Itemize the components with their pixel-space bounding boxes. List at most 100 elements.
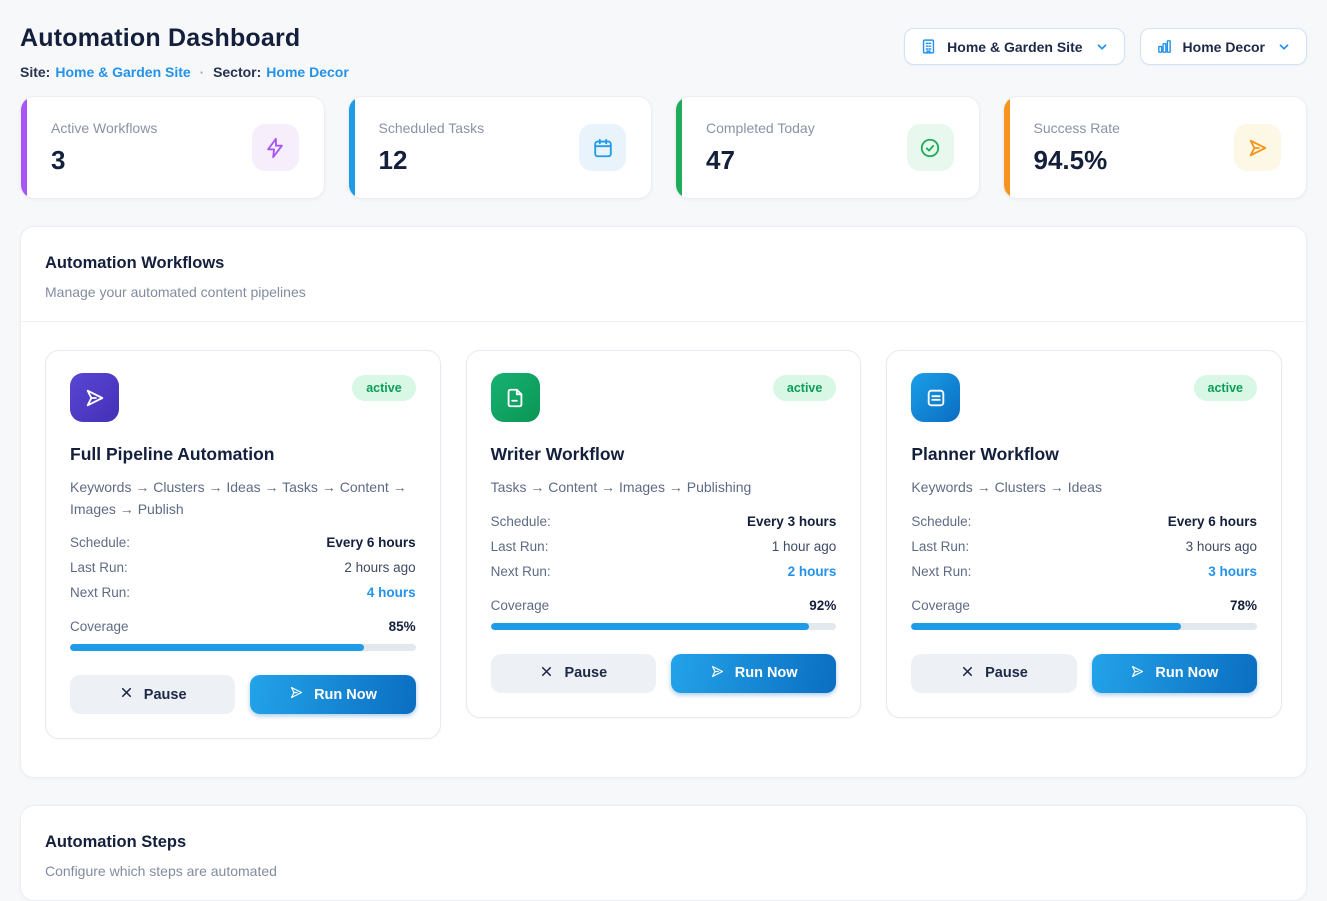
check-circle-icon bbox=[907, 124, 954, 171]
pause-button[interactable]: Pause bbox=[70, 675, 235, 714]
workflow-description: Tasks → Content → Images → Publishing bbox=[491, 477, 837, 499]
section-title: Automation Steps bbox=[45, 833, 1282, 852]
workflow-details: Schedule: Every 3 hours Last Run: 1 hour… bbox=[491, 514, 837, 579]
section-title: Automation Workflows bbox=[45, 254, 1282, 273]
status-badge: active bbox=[1194, 375, 1257, 401]
coverage-progressbar bbox=[491, 623, 837, 630]
next-run-row: Next Run: 4 hours bbox=[70, 585, 416, 600]
coverage-progress-fill bbox=[70, 644, 364, 651]
sector-link[interactable]: Home Decor bbox=[266, 64, 348, 80]
stat-value: 94.5% bbox=[1034, 145, 1120, 176]
x-icon bbox=[119, 685, 134, 704]
stat-value: 47 bbox=[706, 145, 815, 176]
sector-label: Sector: bbox=[213, 64, 261, 80]
coverage-row: Coverage 92% bbox=[491, 598, 837, 613]
coverage-block: Coverage 92% bbox=[491, 598, 837, 630]
section-subtitle: Configure which steps are automated bbox=[45, 863, 1282, 879]
status-badge: active bbox=[352, 375, 415, 401]
stat-text: Success Rate 94.5% bbox=[1034, 120, 1120, 176]
send-icon bbox=[70, 373, 119, 422]
site-link[interactable]: Home & Garden Site bbox=[55, 64, 190, 80]
section-subtitle: Manage your automated content pipelines bbox=[45, 284, 1282, 300]
next-run-row: Next Run: 2 hours bbox=[491, 564, 837, 579]
stat-value: 3 bbox=[51, 145, 157, 176]
workflows-section-header: Automation Workflows Manage your automat… bbox=[21, 227, 1306, 322]
site-selector-label: Home & Garden Site bbox=[947, 39, 1082, 55]
stat-card-completed-today: Completed Today 47 bbox=[675, 96, 980, 199]
workflow-actions: Pause Run Now bbox=[491, 654, 837, 693]
coverage-block: Coverage 85% bbox=[70, 619, 416, 651]
stats-row: Active Workflows 3 Scheduled Tasks 12 Co… bbox=[20, 96, 1307, 199]
workflow-description: Keywords → Clusters → Ideas bbox=[911, 477, 1257, 499]
header-selectors: Home & Garden Site Home Decor bbox=[904, 28, 1307, 65]
breadcrumb: Site: Home & Garden Site · Sector: Home … bbox=[20, 64, 354, 80]
site-label: Site: bbox=[20, 64, 50, 80]
note-icon bbox=[911, 373, 960, 422]
run-now-button[interactable]: Run Now bbox=[1092, 654, 1257, 693]
workflow-title: Planner Workflow bbox=[911, 444, 1257, 465]
send-icon bbox=[710, 664, 725, 683]
status-badge: active bbox=[773, 375, 836, 401]
coverage-progressbar bbox=[70, 644, 416, 651]
title-block: Automation Dashboard Site: Home & Garden… bbox=[20, 20, 354, 80]
schedule-row: Schedule: Every 6 hours bbox=[70, 535, 416, 550]
stat-label: Success Rate bbox=[1034, 120, 1120, 136]
stat-label: Scheduled Tasks bbox=[379, 120, 485, 136]
chevron-down-icon bbox=[1277, 40, 1291, 54]
workflow-description: Keywords → Clusters → Ideas → Tasks → Co… bbox=[70, 477, 416, 520]
last-run-row: Last Run: 3 hours ago bbox=[911, 539, 1257, 554]
site-selector-dropdown[interactable]: Home & Garden Site bbox=[904, 28, 1124, 65]
schedule-row: Schedule: Every 3 hours bbox=[491, 514, 837, 529]
coverage-progress-fill bbox=[911, 623, 1181, 630]
stat-text: Scheduled Tasks 12 bbox=[379, 120, 485, 176]
coverage-row: Coverage 85% bbox=[70, 619, 416, 634]
workflow-card-planner: active Planner Workflow Keywords → Clust… bbox=[886, 350, 1282, 718]
next-run-row: Next Run: 3 hours bbox=[911, 564, 1257, 579]
coverage-progressbar bbox=[911, 623, 1257, 630]
sector-selector-dropdown[interactable]: Home Decor bbox=[1140, 28, 1307, 65]
chevron-down-icon bbox=[1095, 40, 1109, 54]
coverage-progress-fill bbox=[491, 623, 809, 630]
workflow-card-top: active bbox=[491, 373, 837, 422]
coverage-block: Coverage 78% bbox=[911, 598, 1257, 630]
stat-value: 12 bbox=[379, 145, 485, 176]
header: Automation Dashboard Site: Home & Garden… bbox=[20, 20, 1307, 80]
file-icon bbox=[491, 373, 540, 422]
workflows-section-body: active Full Pipeline Automation Keywords… bbox=[21, 322, 1306, 777]
pause-button[interactable]: Pause bbox=[491, 654, 656, 693]
steps-section-header: Automation Steps Configure which steps a… bbox=[21, 806, 1306, 900]
stat-card-scheduled-tasks: Scheduled Tasks 12 bbox=[348, 96, 653, 199]
workflow-grid: active Full Pipeline Automation Keywords… bbox=[45, 350, 1282, 739]
calendar-icon bbox=[579, 124, 626, 171]
stat-card-active-workflows: Active Workflows 3 bbox=[20, 96, 325, 199]
stat-text: Completed Today 47 bbox=[706, 120, 815, 176]
dot-separator: · bbox=[200, 65, 204, 80]
x-icon bbox=[539, 664, 554, 683]
stat-label: Completed Today bbox=[706, 120, 815, 136]
bar-chart-icon bbox=[1156, 38, 1173, 55]
workflow-actions: Pause Run Now bbox=[70, 675, 416, 714]
automation-steps-section: Automation Steps Configure which steps a… bbox=[20, 805, 1307, 901]
automation-dashboard-page: Automation Dashboard Site: Home & Garden… bbox=[0, 0, 1327, 901]
workflow-actions: Pause Run Now bbox=[911, 654, 1257, 693]
last-run-row: Last Run: 1 hour ago bbox=[491, 539, 837, 554]
schedule-row: Schedule: Every 6 hours bbox=[911, 514, 1257, 529]
run-now-button[interactable]: Run Now bbox=[671, 654, 836, 693]
workflow-card-top: active bbox=[911, 373, 1257, 422]
workflow-details: Schedule: Every 6 hours Last Run: 2 hour… bbox=[70, 535, 416, 600]
x-icon bbox=[960, 664, 975, 683]
workflow-details: Schedule: Every 6 hours Last Run: 3 hour… bbox=[911, 514, 1257, 579]
automation-workflows-section: Automation Workflows Manage your automat… bbox=[20, 226, 1307, 778]
lightning-icon bbox=[252, 124, 299, 171]
pause-button[interactable]: Pause bbox=[911, 654, 1076, 693]
stat-card-success-rate: Success Rate 94.5% bbox=[1003, 96, 1308, 199]
page-title: Automation Dashboard bbox=[20, 24, 354, 53]
workflow-title: Writer Workflow bbox=[491, 444, 837, 465]
workflow-card-full-pipeline: active Full Pipeline Automation Keywords… bbox=[45, 350, 441, 739]
run-now-button[interactable]: Run Now bbox=[250, 675, 415, 714]
last-run-row: Last Run: 2 hours ago bbox=[70, 560, 416, 575]
coverage-row: Coverage 78% bbox=[911, 598, 1257, 613]
send-icon bbox=[289, 685, 304, 704]
send-icon bbox=[1234, 124, 1281, 171]
workflow-card-top: active bbox=[70, 373, 416, 422]
